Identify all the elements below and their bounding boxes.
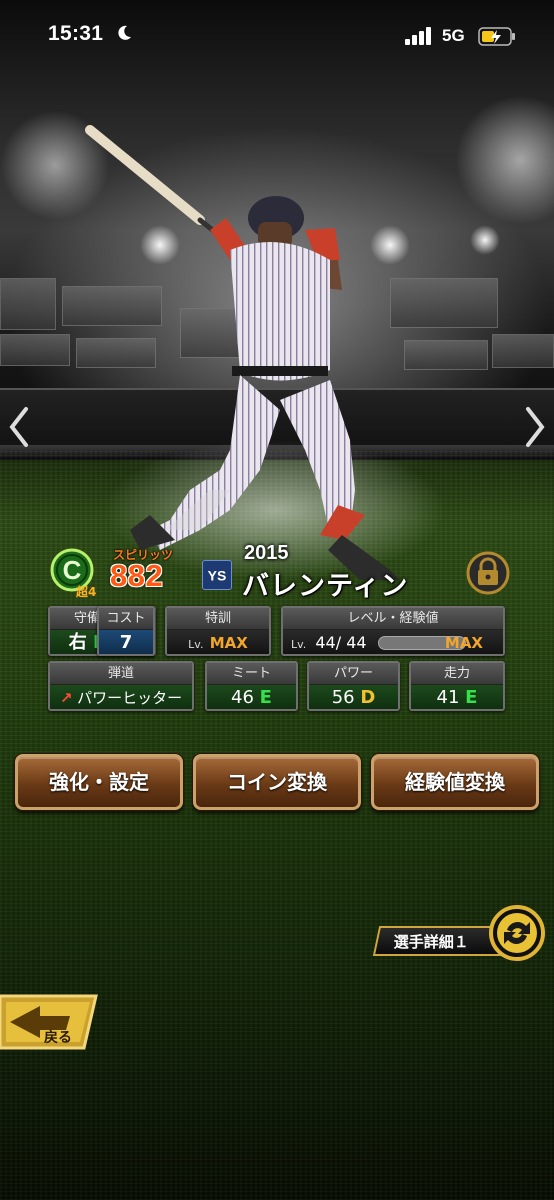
- cost-box: コスト 7: [97, 606, 155, 656]
- svg-text:YS: YS: [208, 568, 227, 584]
- network-type: 5G: [442, 26, 465, 45]
- status-time: 15:31: [48, 22, 104, 45]
- level-box: レベル・経験値 Lv. 44/ 44 MAX: [281, 606, 505, 656]
- level-value: Lv. 44/ 44 MAX: [283, 630, 503, 654]
- training-label: 特訓: [167, 608, 269, 630]
- training-box: 特訓 Lv. MAX: [165, 606, 271, 656]
- spirits-value: 882: [110, 558, 164, 593]
- speed-box: 走力 41 E: [409, 661, 505, 711]
- next-player-arrow-icon[interactable]: [522, 405, 548, 449]
- rank-level: 超4: [75, 584, 96, 598]
- stadium-light: [470, 225, 500, 255]
- player-year: 2015: [244, 542, 289, 564]
- coin-convert-button[interactable]: コイン変換: [193, 754, 361, 810]
- training-value: Lv. MAX: [167, 630, 269, 654]
- signal-icon: [405, 27, 431, 45]
- svg-text:C: C: [63, 555, 82, 585]
- rank-c-badge-icon: C 超4: [50, 548, 96, 598]
- trajectory-arrow-icon: ↗: [59, 689, 73, 707]
- player-name: バレンティン: [242, 571, 409, 602]
- player-detail-label: 選手詳細１: [393, 933, 469, 951]
- team-logo-icon: YS: [202, 560, 232, 590]
- trajectory-box: 弾道 ↗ パワーヒッター: [48, 661, 194, 711]
- lock-icon[interactable]: [466, 551, 510, 595]
- exp-max: MAX: [444, 634, 483, 652]
- cost-label: コスト: [99, 608, 153, 630]
- meet-box: ミート 46 E: [205, 661, 298, 711]
- level-label: レベル・経験値: [283, 608, 503, 630]
- speed-label: 走力: [411, 663, 503, 685]
- speed-value: 41 E: [411, 685, 503, 709]
- battery-icon: [478, 27, 515, 46]
- power-label: パワー: [309, 663, 398, 685]
- meet-value: 46 E: [207, 685, 296, 709]
- power-box: パワー 56 D: [307, 661, 400, 711]
- trajectory-value: ↗ パワーヒッター: [50, 685, 192, 709]
- previous-player-arrow-icon[interactable]: [6, 405, 32, 449]
- swap-icon[interactable]: [488, 904, 546, 962]
- meet-label: ミート: [207, 663, 296, 685]
- exp-convert-button[interactable]: 経験値変換: [371, 754, 539, 810]
- status-bar: 15:31 5G: [0, 0, 554, 70]
- power-value: 56 D: [309, 685, 398, 709]
- cost-value: 7: [99, 630, 153, 654]
- trajectory-label: 弾道: [50, 663, 192, 685]
- player-image: [85, 125, 445, 580]
- back-label: 戻る: [44, 1030, 72, 1046]
- moon-icon: [118, 25, 131, 40]
- enhance-settings-button[interactable]: 強化・設定: [15, 754, 183, 810]
